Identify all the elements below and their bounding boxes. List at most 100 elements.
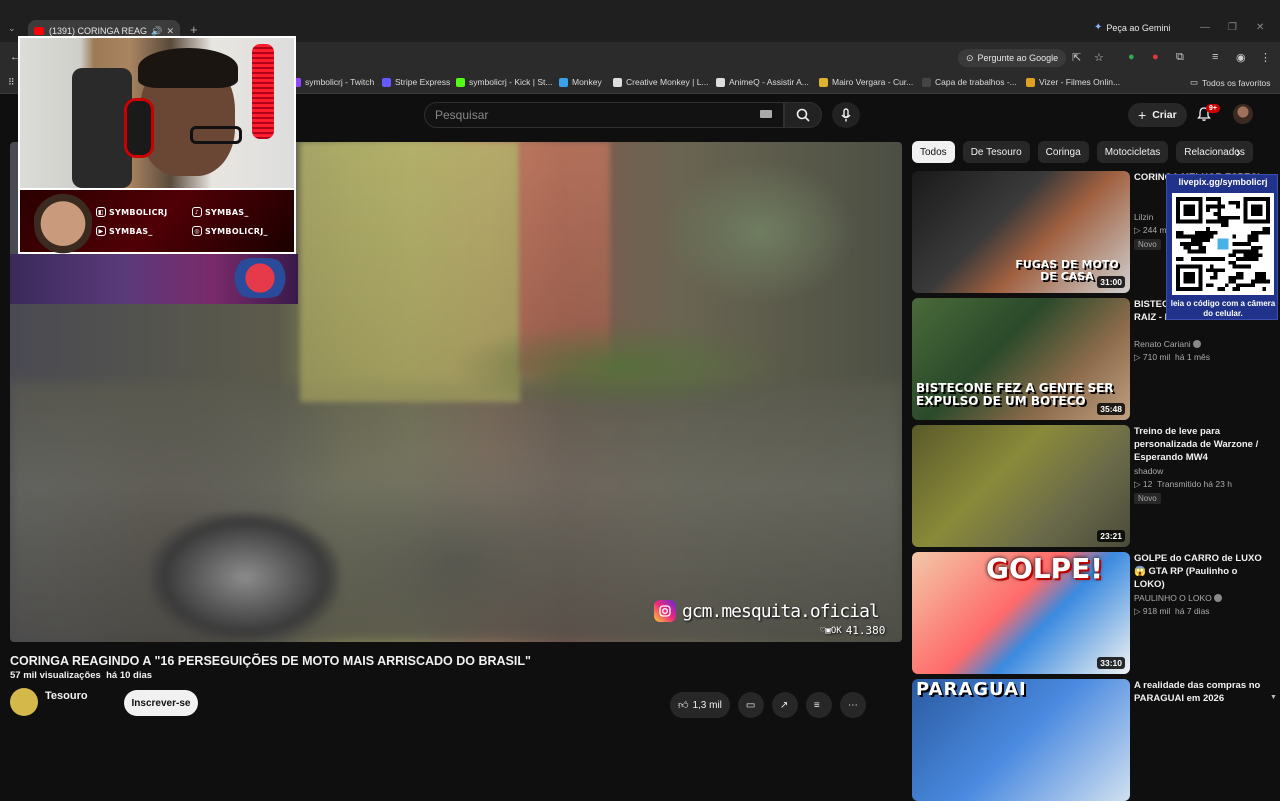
subscribe-button[interactable]: Inscrever-se xyxy=(124,690,198,716)
new-tab-plus-icon[interactable]: + xyxy=(190,22,198,37)
profile-avatar-icon[interactable]: ◉ xyxy=(1236,51,1246,64)
related-video-title[interactable]: A realidade das compras no PARAGUAI em 2… xyxy=(1134,679,1262,705)
window-minimize-icon[interactable]: — xyxy=(1200,22,1210,33)
glasses xyxy=(190,126,242,144)
play-count-icon: ▷ xyxy=(1134,352,1143,362)
bookmark-item[interactable]: symbolicrj - Twitch xyxy=(292,77,374,87)
bookmark-star-icon[interactable]: ☆ xyxy=(1094,51,1104,64)
bookmark-favicon-icon xyxy=(559,77,568,87)
bookmark-favicon-icon xyxy=(382,77,391,87)
window-restore-icon[interactable]: ❐ xyxy=(1228,22,1237,33)
bookmark-item[interactable]: Monkey xyxy=(559,77,602,87)
video-thumbnail[interactable]: 23:21 xyxy=(912,425,1130,547)
video-thumbnail[interactable]: FUGAS DE MOTO DE CASA 31:00 xyxy=(912,171,1130,293)
video-thumbnail[interactable]: PARAGUAI xyxy=(912,679,1130,801)
create-button[interactable]: + Criar xyxy=(1128,103,1187,127)
streamer-webcam xyxy=(18,36,296,190)
search-button[interactable] xyxy=(784,102,822,128)
account-avatar[interactable] xyxy=(1233,104,1253,124)
qr-code-icon xyxy=(1172,193,1274,295)
ask-google-button[interactable]: ⊙ Pergunte ao Google xyxy=(958,49,1067,67)
bookmark-label: Creative Monkey | L... xyxy=(626,77,709,87)
thumbs-up-icon: 👍︎ xyxy=(678,700,689,711)
qr-url: livepix.gg/symbolicrj xyxy=(1178,177,1268,187)
keyboard-icon[interactable] xyxy=(760,110,772,118)
related-video-channel[interactable]: shadow xyxy=(1134,466,1163,476)
chip-coringa[interactable]: Coringa xyxy=(1037,141,1089,163)
channel-name[interactable]: Tesouro xyxy=(45,690,88,702)
gaming-chair xyxy=(72,68,132,188)
related-video-item[interactable]: PARAGUAI A realidade das compras no PARAG… xyxy=(912,679,1268,801)
bookmark-item[interactable]: AnimeQ - Assistir A... xyxy=(716,77,809,87)
related-video-title[interactable]: GOLPE do CARRO de LUXO 😱 GTA RP (Paulinh… xyxy=(1134,552,1262,591)
gemini-button[interactable]: ✦ Peça ao Gemini xyxy=(1094,22,1170,33)
notification-count-badge: 9+ xyxy=(1206,104,1220,113)
like-button[interactable]: 👍︎ 1,3 mil xyxy=(670,692,730,718)
share-button[interactable]: ↗ xyxy=(771,692,798,718)
more-icon: ⋯ xyxy=(847,699,858,711)
chrome-menu-icon[interactable]: ⋮ xyxy=(1260,51,1271,64)
tab-audio-icon[interactable]: 🔊 xyxy=(151,26,162,37)
search-icon xyxy=(796,108,810,122)
video-title: CORINGA REAGINDO A "16 PERSEGUIÇÕES DE M… xyxy=(10,654,531,668)
bookmark-favicon-icon xyxy=(456,77,465,87)
video-thumbnail[interactable]: BISTECONE FEZ A GENTE SER EXPULSO DE UM … xyxy=(912,298,1130,420)
video-duration: 31:00 xyxy=(1097,276,1125,288)
channel-avatar[interactable] xyxy=(10,688,38,716)
chip-todos[interactable]: Todos xyxy=(912,141,955,163)
page-scrollbar[interactable] xyxy=(1272,138,1277,698)
bookmark-label: symbolicrj - Twitch xyxy=(305,77,375,87)
apps-grid-icon[interactable]: ⠿ xyxy=(8,77,15,88)
related-video-item[interactable]: GOLPE! 33:10 GOLPE do CARRO de LUXO 😱 GTA … xyxy=(912,552,1268,674)
watermark-handle: gcm.mesquita.oficial xyxy=(682,600,880,622)
search-box[interactable] xyxy=(424,102,784,128)
extension-red-icon[interactable]: ● xyxy=(1152,51,1159,63)
tab-title: (1391) CORINGA REAGINDO A "16 PERSEGUIÇÕ… xyxy=(49,26,148,36)
twitch-icon: ◧ xyxy=(96,207,106,217)
social-handles-panel: ◧ SYMBOLICRJ ♪ SYMBAS_ ▶ SYMBAS_ ◎ SYMBOLICR… xyxy=(18,184,296,256)
window-close-icon[interactable]: ✕ xyxy=(1256,22,1264,33)
search-input[interactable] xyxy=(435,108,755,122)
related-video-channel[interactable]: Renato Cariani xyxy=(1134,339,1201,349)
new-badge: Novo xyxy=(1134,493,1161,504)
all-bookmarks-folder[interactable]: ▭ Todos os favoritos xyxy=(1190,77,1271,88)
qr-instructions: leia o código com a câmera do celular. xyxy=(1170,299,1276,318)
related-video-item[interactable]: 23:21 Treino de leve para personalizada d… xyxy=(912,425,1268,547)
video-thumbnail[interactable]: GOLPE! 33:10 xyxy=(912,552,1130,674)
voice-search-button[interactable] xyxy=(832,102,860,128)
channel-label: Renato Cariani xyxy=(1134,339,1191,349)
instagram-icon: ◎ xyxy=(192,226,202,236)
scroll-down-arrow-icon[interactable]: ▼ xyxy=(1270,694,1277,701)
bookmark-item[interactable]: Capa de trabalhos -... xyxy=(922,77,1017,87)
more-actions-button[interactable]: ⋯ xyxy=(839,692,866,718)
ask-google-label: Pergunte ao Google xyxy=(977,53,1059,63)
bookmark-item[interactable]: Vizer - Filmes Onlin... xyxy=(1026,77,1120,87)
save-button[interactable]: ≡ xyxy=(805,692,832,718)
install-app-icon[interactable]: ⇱ xyxy=(1072,51,1081,64)
related-video-channel[interactable]: PAULINHO O LOKO xyxy=(1134,593,1222,603)
gemini-label: Peça ao Gemini xyxy=(1106,22,1171,33)
chip-de-tesouro[interactable]: De Tesouro xyxy=(962,141,1030,163)
related-video-channel[interactable]: Lilzin xyxy=(1134,212,1153,222)
bookmark-item[interactable]: Creative Monkey | L... xyxy=(613,77,709,87)
media-controls-icon[interactable]: ≡ xyxy=(1212,51,1218,63)
watermark-counter-value: 41.380 xyxy=(845,624,886,637)
bookmark-label: AnimeQ - Assistir A... xyxy=(729,77,809,87)
related-video-title[interactable]: Treino de leve para personalizada de War… xyxy=(1134,425,1262,464)
create-label: Criar xyxy=(1152,109,1177,121)
bookmark-item[interactable]: Mairo Vergara - Cur... xyxy=(819,77,913,87)
chevron-right-icon[interactable]: › xyxy=(1236,144,1241,160)
streamer-hair xyxy=(138,48,238,88)
play-count-icon: ▷ xyxy=(1134,606,1143,616)
bookmark-item[interactable]: symbolicrj - Kick | St... xyxy=(456,77,552,87)
bookmark-favicon-icon xyxy=(613,77,622,87)
tab-close-icon[interactable]: ✕ xyxy=(166,26,174,37)
extension-green-icon[interactable]: ● xyxy=(1128,51,1135,63)
chip-relacionados[interactable]: Relacionados xyxy=(1176,141,1253,163)
comment-button[interactable]: ▭ xyxy=(737,692,764,718)
bookmark-item[interactable]: Stripe Express xyxy=(382,77,450,87)
tab-search-chevron-icon[interactable]: ⌄ xyxy=(8,23,16,34)
headset xyxy=(124,98,154,158)
chip-motocicletas[interactable]: Motocicletas xyxy=(1096,141,1169,163)
extensions-puzzle-icon[interactable]: ⧉ xyxy=(1176,51,1184,64)
